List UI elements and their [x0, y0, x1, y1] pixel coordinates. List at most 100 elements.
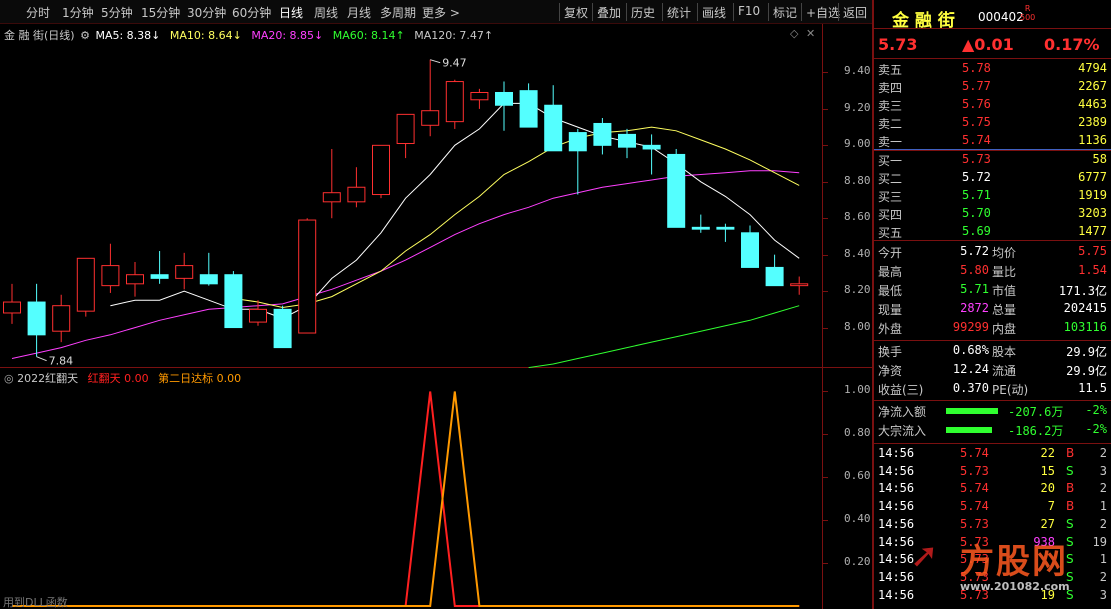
period-tab-0[interactable]: 分时 — [26, 4, 50, 21]
toolbar-button-5[interactable]: F10 — [738, 4, 760, 18]
period-tab-1[interactable]: 1分钟 — [62, 4, 94, 21]
candle[interactable] — [27, 283, 46, 357]
stat-value: 202415 — [1063, 301, 1107, 315]
toolbar-button-0[interactable]: 复权 — [564, 4, 588, 21]
toolbar-separator — [733, 3, 734, 21]
candle[interactable] — [593, 118, 612, 155]
candle[interactable] — [3, 283, 21, 324]
candle-body — [101, 265, 120, 287]
candle[interactable] — [224, 271, 243, 329]
period-tab-10[interactable]: 更多 > — [422, 4, 460, 21]
price-tick-label: 8.40 — [844, 246, 871, 260]
stat-row-1-0: 今开 5.72 均价 5.75 — [874, 243, 1111, 261]
indicator-footer: 用到DLL函数 — [3, 596, 68, 609]
candle[interactable] — [249, 300, 267, 326]
book-label: 买五 — [878, 226, 903, 240]
candle-body — [716, 226, 735, 230]
flow-bar — [946, 427, 992, 433]
flow-row-0: 净流入额 -207.6万 -2% — [874, 402, 1111, 420]
candle[interactable] — [322, 148, 341, 219]
candle[interactable] — [716, 223, 735, 242]
candle[interactable] — [741, 225, 759, 268]
book-volume: 3203 — [1078, 206, 1107, 220]
candle[interactable] — [421, 59, 440, 137]
period-tab-3[interactable]: 15分钟 — [141, 4, 180, 21]
book-price: 5.72 — [962, 170, 991, 184]
tick-volume: 15 — [1040, 463, 1055, 478]
price-tick-mark — [822, 218, 828, 220]
stat-label: 内盘 — [992, 322, 1017, 336]
toolbar-button-2[interactable]: 历史 — [631, 4, 655, 21]
candle[interactable] — [642, 134, 661, 175]
flow-value: -207.6万 — [1008, 405, 1064, 419]
candle[interactable] — [618, 128, 636, 159]
candle[interactable] — [790, 276, 809, 295]
stat-row-1-2: 最低 5.71 市值 171.3亿 — [874, 281, 1111, 299]
candle[interactable] — [691, 214, 710, 233]
candle[interactable] — [445, 79, 464, 129]
candle-body — [691, 226, 710, 230]
candle-body — [76, 257, 95, 312]
toolbar-button-8[interactable]: 返回 — [843, 4, 867, 21]
ma60-line — [528, 305, 800, 368]
tick-time: 14:56 — [878, 516, 915, 531]
toolbar-button-3[interactable]: 统计 — [667, 4, 691, 21]
candle[interactable] — [519, 83, 538, 128]
toolbar-separator — [801, 3, 802, 21]
candle[interactable] — [199, 252, 218, 286]
period-tab-9[interactable]: 多周期 — [380, 4, 416, 21]
period-tab-5[interactable]: 60分钟 — [232, 4, 271, 21]
candle[interactable] — [273, 305, 292, 349]
price-tick-label: 9.40 — [844, 64, 871, 78]
period-tab-8[interactable]: 月线 — [347, 4, 371, 21]
indicator-tick-mark — [822, 520, 828, 522]
candle-body — [519, 90, 538, 128]
tick-price: 5.73 — [960, 463, 989, 478]
tick-time: 14:56 — [878, 463, 915, 478]
candle[interactable] — [150, 251, 169, 284]
stat-label: 净资 — [878, 364, 903, 378]
candle[interactable] — [347, 167, 366, 208]
toolbar-button-4[interactable]: 画线 — [702, 4, 726, 21]
candle[interactable] — [101, 243, 120, 293]
candle[interactable] — [667, 148, 686, 228]
period-tab-4[interactable]: 30分钟 — [187, 4, 226, 21]
candle[interactable] — [372, 144, 390, 199]
toolbar-button-7[interactable]: +自选 — [806, 4, 840, 21]
tick-time: 14:56 — [878, 481, 915, 496]
candle-body — [421, 110, 440, 126]
tick-price: 5.74 — [960, 481, 989, 496]
book-price: 5.76 — [962, 97, 991, 111]
candle[interactable] — [470, 88, 489, 109]
candle-body — [667, 153, 686, 228]
toolbar-button-6[interactable]: 标记 — [773, 4, 797, 21]
stat-label: 最高 — [878, 265, 903, 279]
ma10-line — [233, 126, 800, 309]
book-volume: 4794 — [1078, 61, 1107, 75]
bid-row-4: 买五 5.69 1477 — [874, 223, 1111, 241]
tick-count: 2 — [1099, 446, 1107, 460]
panel-separator — [874, 443, 1111, 444]
candle-body — [372, 144, 390, 196]
stat-label: 均价 — [992, 246, 1017, 260]
candle[interactable] — [76, 257, 95, 317]
candle[interactable] — [765, 254, 784, 287]
kline-chart-pane[interactable]: 金 融 街(日线) ⚙ MA5: 8.38↓ MA10: 8.64↓ MA20:… — [0, 24, 872, 368]
candle-body — [175, 265, 194, 279]
book-label: 买一 — [878, 154, 903, 168]
candle[interactable] — [126, 261, 144, 297]
candle[interactable] — [396, 113, 415, 159]
period-tab-2[interactable]: 5分钟 — [101, 4, 133, 21]
candle[interactable] — [175, 252, 194, 290]
indicator-pane[interactable]: ◎ 2022红翻天 红翻天 0.00 第二日达标 0.00 用到DLL函数 — [0, 368, 872, 609]
candle[interactable] — [495, 81, 513, 131]
candle[interactable] — [544, 85, 563, 152]
candle[interactable] — [52, 294, 71, 343]
candle[interactable] — [568, 128, 587, 195]
tick-volume: 20 — [1040, 481, 1055, 496]
period-tab-7[interactable]: 周线 — [314, 4, 338, 21]
candle[interactable] — [298, 218, 317, 334]
toolbar-button-1[interactable]: 叠加 — [597, 4, 621, 21]
period-tab-6[interactable]: 日线 — [279, 4, 303, 21]
ma5-line — [110, 102, 800, 319]
